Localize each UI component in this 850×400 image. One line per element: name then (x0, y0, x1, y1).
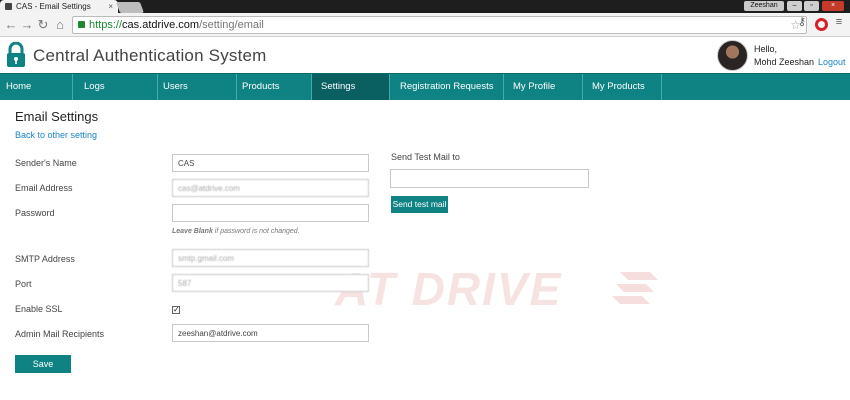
new-tab-button[interactable] (115, 2, 145, 13)
nav-item-home[interactable]: Home (0, 74, 73, 100)
send-test-mail-button[interactable]: Send test mail (391, 196, 448, 213)
avatar (717, 40, 748, 71)
menu-icon[interactable]: ≡ (832, 15, 846, 29)
smtp-address-input[interactable] (172, 249, 369, 267)
email-address-input[interactable] (172, 179, 369, 197)
test-mail-label: Send Test Mail to (391, 152, 460, 162)
port-input[interactable] (172, 274, 369, 292)
lock-logo-icon (7, 42, 25, 67)
window-user-badge[interactable]: Zeeshan (744, 1, 784, 11)
nav-item-my-products[interactable]: My Products (583, 74, 662, 100)
password-hint-text: if password is not changed. (212, 228, 300, 235)
nav-item-my-profile[interactable]: My Profile (504, 74, 583, 100)
minimize-button[interactable]: – (787, 1, 802, 11)
browser-tab[interactable]: CAS - Email Settings × (0, 0, 118, 13)
smtp-address-label: SMTP Address (15, 254, 75, 264)
logout-link[interactable]: Logout (818, 57, 846, 67)
tab-title: CAS - Email Settings (16, 2, 91, 11)
browser-titlebar: CAS - Email Settings × Zeeshan – ▫ × (0, 0, 850, 13)
back-to-settings-link[interactable]: Back to other setting (15, 130, 97, 140)
email-address-label: Email Address (15, 183, 73, 193)
checkmark-icon: ✓ (173, 305, 180, 314)
save-button[interactable]: Save (15, 355, 71, 373)
password-input[interactable] (172, 204, 369, 222)
nav-item-settings[interactable]: Settings (312, 74, 390, 100)
back-icon[interactable]: ← (4, 17, 18, 33)
nav-item-users[interactable]: Users (157, 74, 237, 100)
opera-icon[interactable] (815, 18, 828, 31)
admin-recipients-input[interactable] (172, 324, 369, 342)
key-icon[interactable]: ⚷ (795, 15, 809, 29)
password-hint: Leave Blank if password is not changed. (172, 228, 300, 235)
url-path: /setting/email (199, 19, 264, 31)
sender-name-label: Sender's Name (15, 158, 77, 168)
url-host: cas.atdrive.com (122, 19, 200, 31)
home-icon[interactable]: ⌂ (53, 17, 67, 33)
maximize-button[interactable]: ▫ (804, 1, 819, 11)
nav-item-products[interactable]: Products (236, 74, 312, 100)
app-title: Central Authentication System (33, 46, 267, 65)
port-label: Port (15, 279, 32, 289)
enable-ssl-checkbox[interactable]: ✓ (172, 306, 180, 314)
tab-close-icon[interactable]: × (108, 0, 113, 13)
sender-name-input[interactable] (172, 154, 369, 172)
browser-toolbar: ← → ↻ ⌂ https://cas.atdrive.com/setting/… (0, 13, 850, 37)
password-hint-bold: Leave Blank (172, 228, 213, 235)
page-title: Email Settings (15, 109, 99, 124)
watermark-stripes-icon (612, 272, 658, 304)
reload-icon[interactable]: ↻ (36, 17, 50, 33)
greeting-text: Hello, (754, 44, 778, 54)
close-window-button[interactable]: × (822, 1, 844, 11)
user-name: Mohd Zeeshan (754, 57, 815, 67)
test-mail-input[interactable] (390, 169, 589, 188)
main-nav: Home Logs Users Products Settings Regist… (0, 73, 850, 118)
forward-icon[interactable]: → (20, 17, 34, 33)
tab-lock-icon (5, 3, 12, 10)
nav-item-logs[interactable]: Logs (78, 74, 158, 100)
app-header: Central Authentication System Hello, Moh… (0, 37, 850, 73)
password-label: Password (15, 208, 55, 218)
address-bar[interactable]: https://cas.atdrive.com/setting/email ☆ (72, 16, 807, 34)
enable-ssl-label: Enable SSL (15, 304, 63, 314)
admin-recipients-label: Admin Mail Recipients (15, 329, 105, 339)
nav-item-registration-requests[interactable]: Registration Requests (0) (390, 74, 504, 118)
secure-lock-icon (78, 21, 85, 28)
watermark-logo: AT DRIVE (335, 263, 563, 315)
url-scheme: https:// (89, 19, 123, 31)
